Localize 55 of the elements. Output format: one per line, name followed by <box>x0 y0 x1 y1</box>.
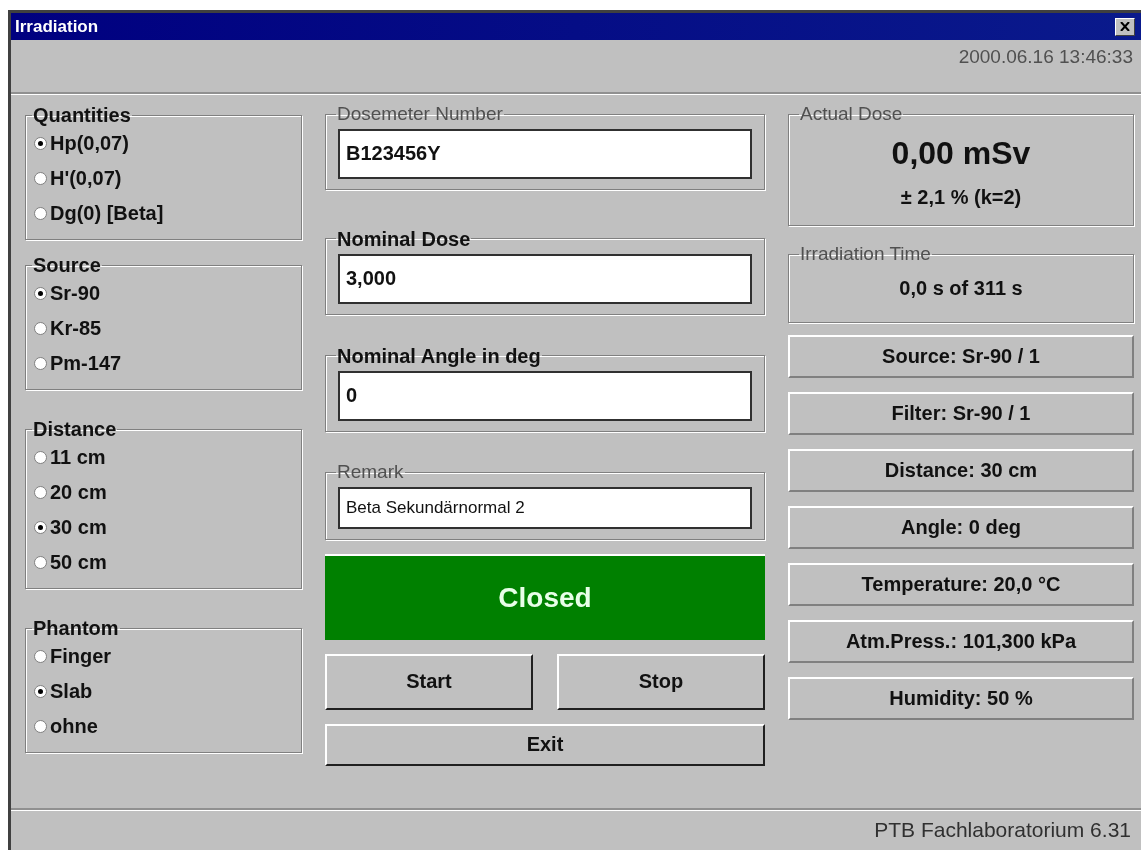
time-value: 0,0 s of 311 s <box>898 276 1024 300</box>
group-title: Source <box>32 254 102 276</box>
radio-label: H'(0,07) <box>50 167 122 190</box>
group-title: Phantom <box>32 617 120 639</box>
readout-panel: Filter: Sr-90 / 1 <box>788 391 1134 435</box>
window-title: Irradiation <box>15 16 99 37</box>
exit-button[interactable]: Exit <box>325 723 765 766</box>
close-button[interactable] <box>1115 17 1135 36</box>
timestamp: 2000.06.16 13:46:33 <box>957 45 1134 68</box>
radio-label: Hp(0,07) <box>50 132 129 155</box>
radio-label: Sr-90 <box>50 282 101 305</box>
input-field[interactable]: Beta Sekundärnormal 2 <box>338 486 752 529</box>
status-text: PTB Fachlaboratorium 6.31 <box>874 818 1132 842</box>
radio-button[interactable] <box>34 137 47 150</box>
field-label: Nominal Angle in deg <box>336 344 542 367</box>
radio-label: 50 cm <box>50 551 107 574</box>
radio-label: 11 cm <box>50 446 106 469</box>
readout-panel: Distance: 30 cm <box>788 448 1134 492</box>
action-button[interactable]: Start <box>325 653 533 710</box>
input-field[interactable]: B123456Y <box>338 128 752 179</box>
radio-label: 20 cm <box>50 481 107 504</box>
dose-uncertainty: ± 2,1 % (k=2) <box>899 185 1023 209</box>
radio-label: ohne <box>50 715 98 738</box>
radio-label: Dg(0) [Beta] <box>50 202 164 225</box>
radio-label: Finger <box>50 645 112 668</box>
readout-panel: Source: Sr-90 / 1 <box>788 334 1134 378</box>
radio-button[interactable] <box>34 720 47 733</box>
readout-panel: Temperature: 20,0 °C <box>788 562 1134 606</box>
radio-button[interactable] <box>34 486 47 499</box>
radio-button[interactable] <box>34 451 47 464</box>
radio-button[interactable] <box>34 207 47 220</box>
radio-button[interactable] <box>34 357 47 370</box>
group-title: Distance <box>32 418 118 440</box>
radio-button[interactable] <box>34 650 47 663</box>
radio-button[interactable] <box>34 556 47 569</box>
radio-button[interactable] <box>34 685 47 698</box>
readout-panel: Atm.Press.: 101,300 kPa <box>788 619 1134 663</box>
field-label: Nominal Dose <box>336 227 472 250</box>
radio-label: 30 cm <box>50 516 107 539</box>
radio-button[interactable] <box>34 172 47 185</box>
radio-button[interactable] <box>34 322 47 335</box>
readout-panel: Angle: 0 deg <box>788 505 1134 549</box>
radio-label: Slab <box>50 680 93 703</box>
radio-button[interactable] <box>34 521 47 534</box>
shutter-status: Closed <box>325 553 765 640</box>
input-field[interactable]: 0 <box>338 370 752 421</box>
close-icon <box>1120 22 1130 31</box>
radio-label: Kr-85 <box>50 317 102 340</box>
group-title: Quantities <box>32 104 132 126</box>
input-field[interactable]: 3,000 <box>338 253 752 304</box>
radio-label: Pm-147 <box>50 352 122 375</box>
dose-value: 0,00 mSv <box>890 134 1032 172</box>
radio-button[interactable] <box>34 287 47 300</box>
action-button[interactable]: Stop <box>557 653 765 710</box>
readout-panel: Humidity: 50 % <box>788 676 1134 720</box>
